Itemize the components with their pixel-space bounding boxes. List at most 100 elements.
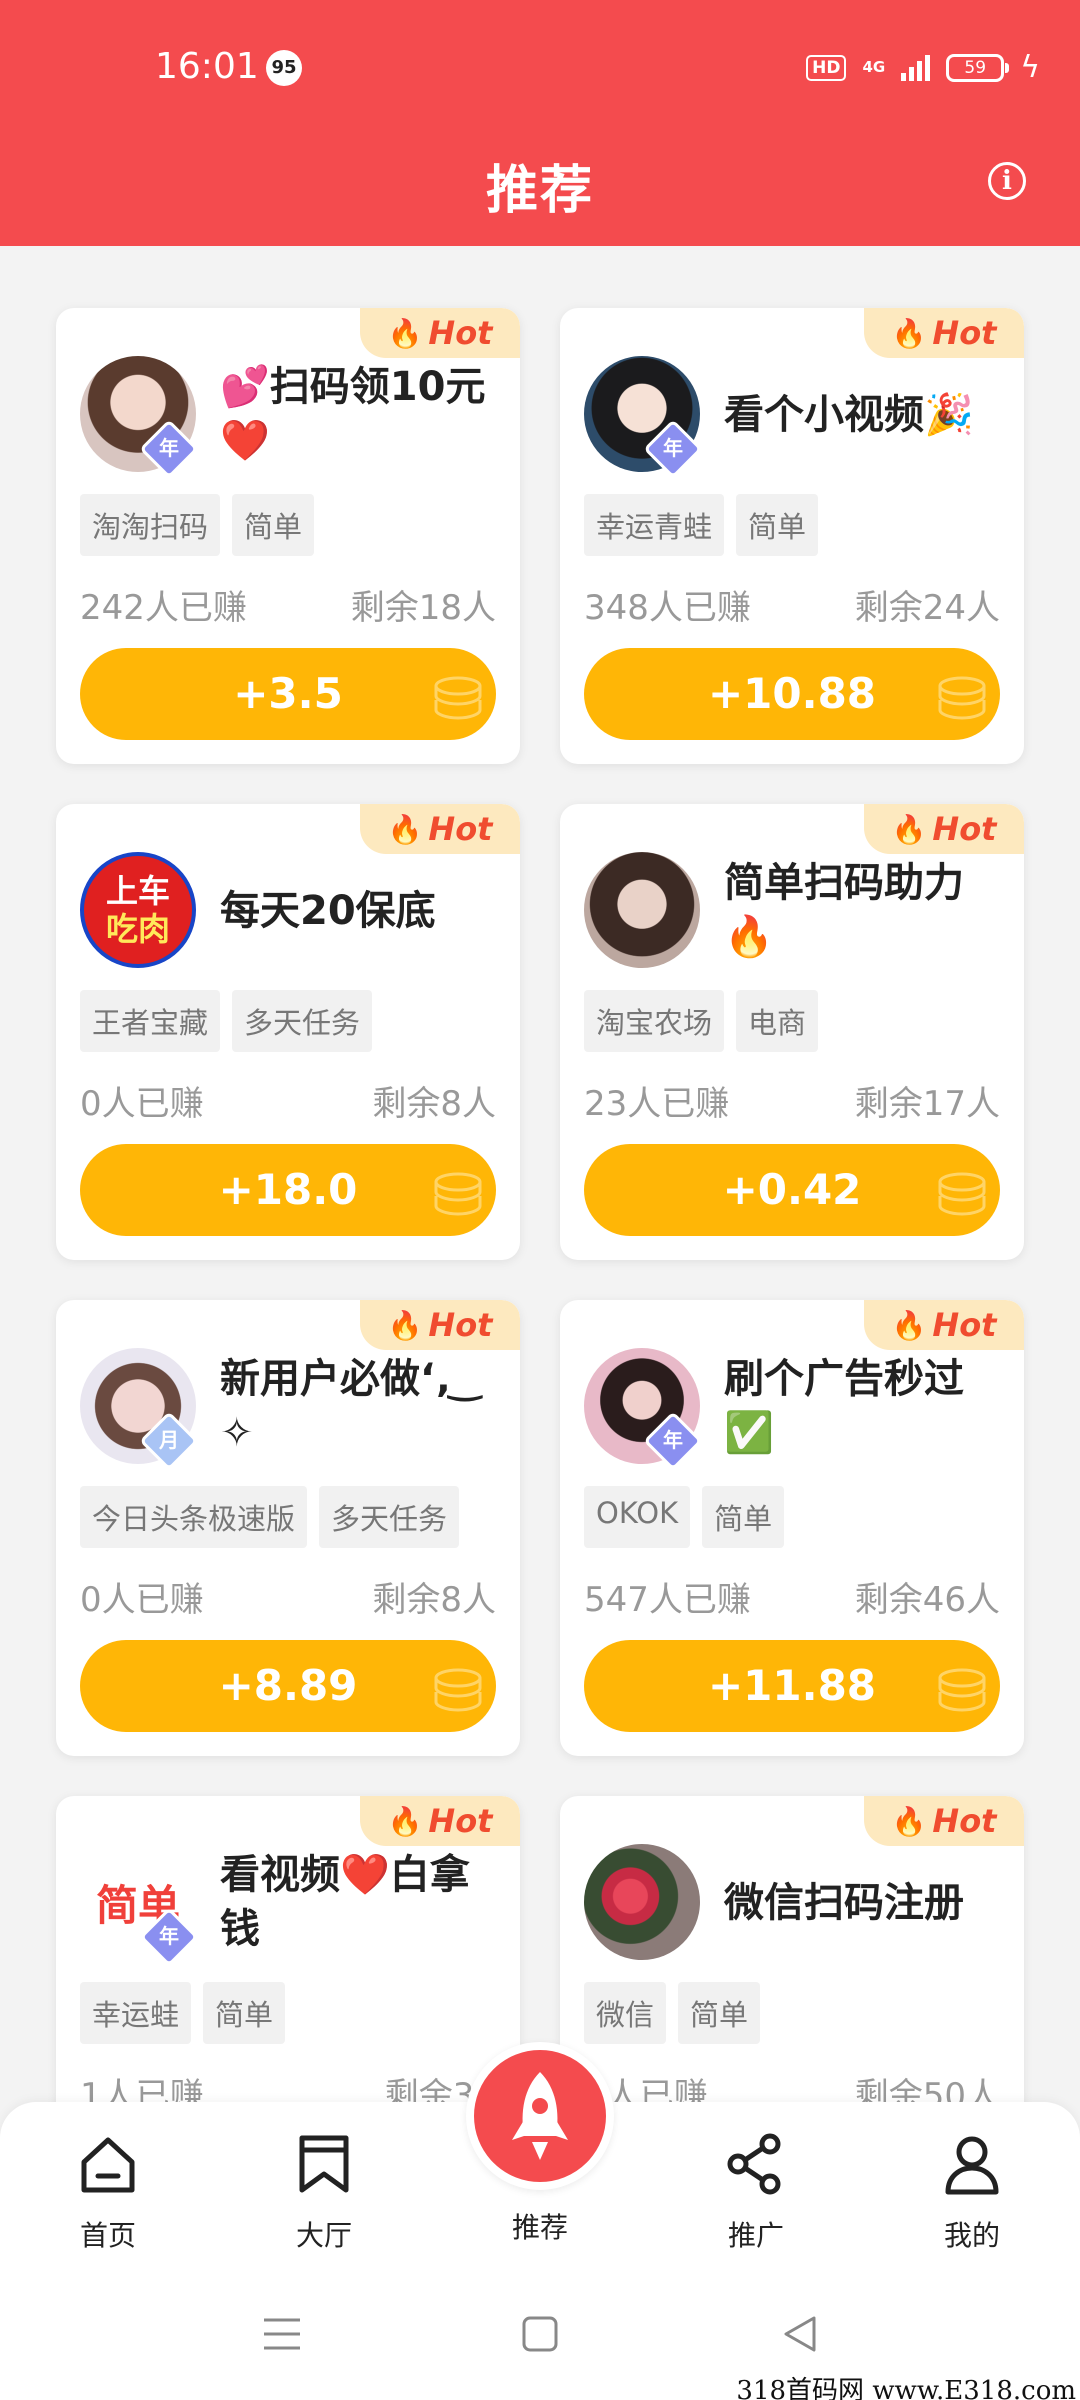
- reward-button[interactable]: +0.42: [584, 1144, 1000, 1236]
- hot-badge: 🔥 Hot: [864, 1300, 1024, 1350]
- task-title: 新用户必做‘‚ ͜ ✧: [220, 1356, 465, 1456]
- task-tag: 简单: [203, 1982, 286, 2044]
- task-tag: 幸运蛙: [80, 1982, 192, 2044]
- earned-count: 0人已赚: [80, 1084, 204, 1124]
- hd-icon: HD: [806, 54, 847, 81]
- hot-badge: 🔥 Hot: [864, 308, 1024, 358]
- earned-count: 23人已赚: [584, 1084, 730, 1124]
- task-tag: 淘淘扫码: [80, 494, 221, 556]
- task-card[interactable]: 🔥 Hot 月 新用户必做‘‚ ͜ ✧ 今日头条极速版 多天任务 0人已赚 剩余8…: [56, 1300, 520, 1756]
- task-title: 每天20保底: [220, 888, 436, 934]
- reward-button[interactable]: +11.88: [584, 1640, 1000, 1732]
- level-badge-label: 年: [159, 1924, 179, 1948]
- remaining-count: 剩余24人: [854, 588, 1000, 628]
- signal-icon: [901, 54, 931, 81]
- network-type: 4G: [862, 58, 886, 76]
- avatar: [584, 1844, 700, 1960]
- level-badge-label: 年: [159, 436, 179, 460]
- flame-icon: 🔥: [891, 316, 927, 350]
- task-tag: 简单: [736, 494, 819, 556]
- task-title: 刷个广告秒过✅: [724, 1356, 964, 1456]
- task-tag: 今日头条极速版: [80, 1486, 308, 1548]
- task-title: 看个小视频🎉: [724, 392, 974, 438]
- task-title: 💕扫码领10元❤️: [220, 364, 486, 464]
- home-square-icon[interactable]: [520, 2310, 560, 2358]
- task-tag: 简单: [232, 494, 315, 556]
- reward-button[interactable]: +3.5: [80, 648, 496, 740]
- task-card[interactable]: 🔥 Hot 年 看个小视频🎉 幸运青蛙 简单 348人已赚 剩余24人 +10.8…: [560, 308, 1024, 764]
- notification-count-badge: 95: [266, 50, 302, 86]
- level-badge-label: 年: [663, 436, 683, 460]
- nav-home-label: 首页: [79, 2219, 136, 2252]
- nav-mine-label: 我的: [943, 2219, 1000, 2252]
- remaining-count: 剩余17人: [854, 1084, 1000, 1124]
- earned-count: 242人已赚: [80, 588, 247, 628]
- task-tag: 淘宝农场: [584, 990, 725, 1052]
- nav-promote[interactable]: 推广: [686, 2132, 826, 2254]
- recommend-fab-button[interactable]: [466, 2042, 614, 2190]
- nav-home[interactable]: 首页: [38, 2132, 178, 2254]
- nav-promote-label: 推广: [727, 2219, 784, 2252]
- task-card[interactable]: 🔥 Hot 年 刷个广告秒过✅ OKOK 简单 547人已赚 剩余46人 +11.…: [560, 1300, 1024, 1756]
- menu-icon[interactable]: [262, 2310, 302, 2358]
- task-title: 简单扫码助力🔥: [724, 860, 964, 960]
- task-title: 看视频❤️白拿钱: [220, 1852, 470, 1952]
- task-card[interactable]: 🔥 Hot 上车 吃肉 每天20保底 王者宝藏 多天任务 0人已赚 剩余8人 +18…: [56, 804, 520, 1260]
- task-card[interactable]: 🔥 Hot 简单扫码助力🔥 淘宝农场 电商 23人已赚 剩余17人 +0.42: [560, 804, 1024, 1260]
- earned-count: 547人已赚: [584, 1580, 751, 1620]
- reward-button[interactable]: +10.88: [584, 648, 1000, 740]
- remaining-count: 剩余18人: [350, 588, 496, 628]
- task-tag: 多天任务: [232, 990, 373, 1052]
- nav-hall[interactable]: 大厅: [254, 2132, 394, 2254]
- coin-stack-icon: [938, 1172, 986, 1216]
- flame-icon: 🔥: [387, 1804, 423, 1838]
- task-title: 微信扫码注册: [724, 1880, 964, 1926]
- hot-badge: 🔥 Hot: [864, 1796, 1024, 1846]
- nav-recommend-label: 推荐: [511, 2211, 568, 2244]
- info-icon[interactable]: i: [988, 162, 1026, 200]
- remaining-count: 剩余8人: [372, 1580, 496, 1620]
- flame-icon: 🔥: [387, 1308, 423, 1342]
- flame-icon: 🔥: [891, 1308, 927, 1342]
- avatar: 上车 吃肉: [80, 852, 196, 968]
- level-badge-label: 年: [663, 1428, 683, 1452]
- hot-badge: 🔥 Hot: [360, 1796, 520, 1846]
- status-icons: HD 4G 59 ϟ: [806, 50, 1040, 85]
- bookmark-icon: [299, 2135, 349, 2193]
- coin-stack-icon: [434, 676, 482, 720]
- earned-count: 0人已赚: [80, 1580, 204, 1620]
- coin-stack-icon: [938, 1668, 986, 1712]
- earned-count: 348人已赚: [584, 588, 751, 628]
- watermark: 318首码网 www.E318.com: [736, 2376, 1076, 2400]
- hot-badge: 🔥 Hot: [360, 1300, 520, 1350]
- back-icon[interactable]: [780, 2310, 820, 2358]
- home-icon: [81, 2137, 135, 2193]
- nav-mine[interactable]: 我的: [902, 2132, 1042, 2254]
- coin-stack-icon: [434, 1668, 482, 1712]
- task-tag: 多天任务: [319, 1486, 460, 1548]
- flame-icon: 🔥: [387, 316, 423, 350]
- flame-icon: 🔥: [891, 812, 927, 846]
- task-tag: 电商: [736, 990, 819, 1052]
- level-badge-label: 月: [159, 1428, 179, 1452]
- reward-button[interactable]: +8.89: [80, 1640, 496, 1732]
- hot-badge: 🔥 Hot: [360, 308, 520, 358]
- flame-icon: 🔥: [891, 1804, 927, 1838]
- nav-hall-label: 大厅: [295, 2219, 352, 2252]
- task-tag: 微信: [584, 1982, 667, 2044]
- avatar: [584, 852, 700, 968]
- share-icon: [727, 2133, 781, 2195]
- task-tag: 简单: [678, 1982, 761, 2044]
- battery-icon: 59: [946, 53, 1010, 82]
- reward-button[interactable]: +18.0: [80, 1144, 496, 1236]
- task-tag: OKOK: [584, 1486, 691, 1548]
- flame-icon: 🔥: [387, 812, 423, 846]
- hot-badge: 🔥 Hot: [864, 804, 1024, 854]
- task-card[interactable]: 🔥 Hot 年 💕扫码领10元❤️ 淘淘扫码 简单 242人已赚 剩余18人 +3…: [56, 308, 520, 764]
- app-header: 16:01 95 HD 4G 59 ϟ 推荐 i: [0, 0, 1080, 246]
- status-time: 16:01: [155, 46, 259, 87]
- user-icon: [945, 2136, 999, 2195]
- task-tag: 幸运青蛙: [584, 494, 725, 556]
- remaining-count: 剩余8人: [372, 1084, 496, 1124]
- coin-stack-icon: [434, 1172, 482, 1216]
